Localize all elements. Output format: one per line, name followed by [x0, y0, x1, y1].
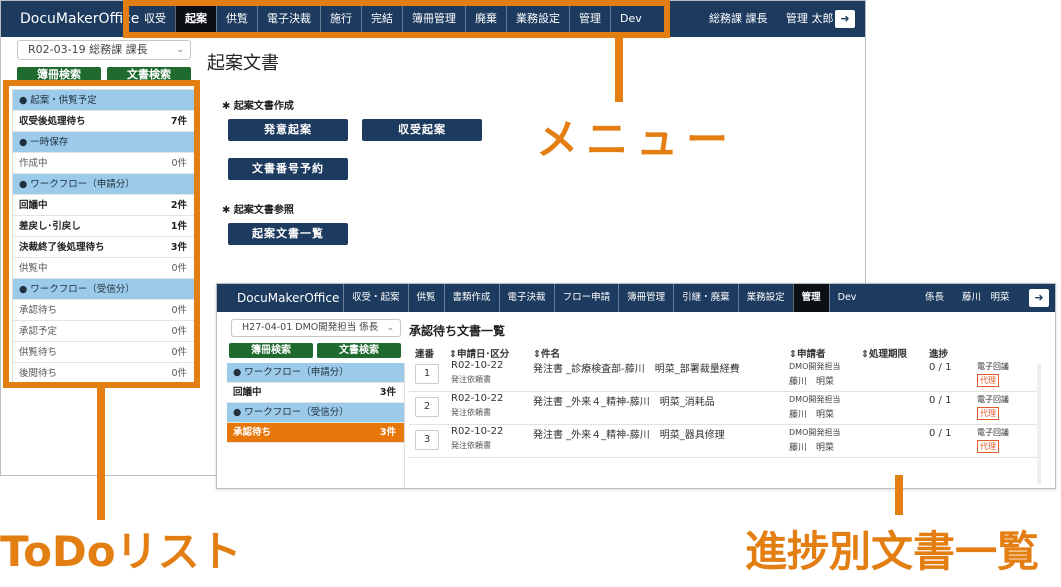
todo-list-2: ● ワークフロー（申請分） 回議中 3件 ● ワークフロー（受信分） 承認待ち 3件 [227, 363, 405, 488]
row-applicant-dept: DMO開発担当 [789, 395, 841, 404]
department-select-2[interactable]: H27-04-01 DMO開発担当 係長 ⌄ [231, 319, 401, 337]
proxy-badge: 代理 [977, 407, 999, 420]
top-navbar-2: DocuMakerOffice 収受・起案 供覧 書類作成 電子決裁 フロー申請 簿冊管理… [217, 284, 1055, 312]
row-subject[interactable]: 発注書 _診療検査部-藤川 明菜_部署裁量経費 [533, 360, 740, 375]
user-dept: 総務課 課長 [709, 12, 768, 25]
row-category: 発注依頼書 [451, 441, 491, 450]
row-applicant-name: 藤川 明菜 [789, 410, 835, 420]
progress-callout-label: 進捗別文書一覧 [745, 527, 1040, 576]
todo-highlight-box [3, 80, 200, 388]
row-subject[interactable]: 発注書 _外来４_精神-藤川 明菜_器具修理 [533, 426, 725, 441]
main-menu-2: 収受・起案 供覧 書類作成 電子決裁 フロー申請 簿冊管理 引継・廃棄 業務設定 管理 Dev [343, 284, 864, 312]
todo-label: 回議中 [233, 387, 262, 398]
table-row[interactable]: 2 R02-10-22 発注依頼書 発注書 _外来４_精神-藤川 明菜_消耗品 DMO開… [409, 391, 1037, 425]
app-logo-2[interactable]: DocuMakerOffice [237, 284, 339, 312]
row-method: 電子回議 [977, 395, 1009, 404]
row-applicant-dept: DMO開発担当 [789, 362, 841, 371]
menu-item[interactable]: 管理 [792, 284, 829, 312]
doc-number-reserve-button[interactable]: 文書番号予約 [228, 158, 348, 180]
department-select-value: R02-03-19 総務課 課長 [28, 43, 148, 56]
menu-item[interactable]: 業務設定 [737, 284, 793, 312]
logout-icon[interactable]: ➜ [835, 10, 855, 28]
todo-callout-line [97, 388, 105, 520]
menu-highlight-box [123, 0, 670, 38]
row-date: R02-10-22 [451, 393, 504, 404]
ledger-search-button-2[interactable]: 簿冊検索 [229, 343, 313, 358]
todo-count: 3件 [379, 387, 396, 398]
row-subject[interactable]: 発注書 _外来４_精神-藤川 明菜_消耗品 [533, 393, 715, 408]
receipt-draft-button[interactable]: 収受起案 [362, 119, 482, 141]
row-method: 電子回議 [977, 362, 1009, 371]
document-search-button-2[interactable]: 文書検索 [317, 343, 401, 358]
todo-label: 承認待ち [233, 427, 272, 438]
department-select-value: H27-04-01 DMO開発担当 係長 [242, 322, 379, 333]
table-row[interactable]: 1 R02-10-22 発注依頼書 発注書 _診療検査部-藤川 明菜_部署裁量経費 DM… [409, 358, 1037, 392]
progress-callout-line [895, 475, 903, 515]
menu-item[interactable]: 供覧 [407, 284, 444, 312]
todo-group-header: ● ワークフロー（申請分） [227, 363, 404, 383]
todo-callout-label: ToDoリスト [0, 527, 242, 576]
logout-icon[interactable]: ➜ [1029, 289, 1049, 307]
menu-item[interactable]: 収受・起案 [343, 284, 408, 312]
list-title: 承認待ち文書一覧 [409, 324, 506, 338]
menu-item[interactable]: 電子決裁 [498, 284, 554, 312]
row-date: R02-10-22 [451, 360, 504, 371]
todo-item[interactable]: 承認待ち 3件 [227, 423, 404, 443]
todo-item[interactable]: 回議中 3件 [227, 383, 404, 403]
row-number-button[interactable]: 3 [415, 430, 439, 450]
row-progress: 0 / 1 [929, 428, 952, 439]
hatsui-draft-button[interactable]: 発意起案 [228, 119, 348, 141]
draft-list-button[interactable]: 起案文書一覧 [228, 223, 348, 245]
scrollbar[interactable] [1037, 364, 1041, 484]
user-name[interactable]: 管理 太郎 [786, 1, 834, 37]
menu-item[interactable]: 書類作成 [443, 284, 499, 312]
row-number-button[interactable]: 2 [415, 397, 439, 417]
row-number-button[interactable]: 1 [415, 364, 439, 384]
progress-window: DocuMakerOffice 収受・起案 供覧 書類作成 電子決裁 フロー申請 簿冊管理… [216, 283, 1056, 489]
row-category: 発注依頼書 [451, 408, 491, 417]
menu-callout-line [615, 38, 623, 102]
row-applicant-name: 藤川 明菜 [789, 377, 835, 387]
menu-item[interactable]: Dev [828, 284, 865, 312]
menu-item[interactable]: フロー申請 [553, 284, 619, 312]
section-ref-title: ✱ 起案文書参照 [222, 205, 294, 216]
menu-callout-label: メニュー [536, 115, 737, 164]
row-applicant-name: 藤川 明菜 [789, 443, 835, 453]
app-logo[interactable]: DocuMakerOffice [20, 1, 139, 37]
proxy-badge: 代理 [977, 374, 999, 387]
todo-count: 3件 [379, 427, 396, 438]
proxy-badge: 代理 [977, 440, 999, 453]
section-create-title: ✱ 起案文書作成 [222, 101, 294, 112]
user-name-2[interactable]: 藤川 明菜 [962, 284, 1010, 312]
table-row[interactable]: 3 R02-10-22 発注依頼書 発注書 _外来４_精神-藤川 明菜_器具修理 DMO… [409, 424, 1037, 458]
row-applicant-dept: DMO開発担当 [789, 428, 841, 437]
row-category: 発注依頼書 [451, 375, 491, 384]
todo-group-header: ● ワークフロー（受信分） [227, 403, 404, 423]
menu-item[interactable]: 簿冊管理 [618, 284, 673, 312]
row-date: R02-10-22 [451, 426, 504, 437]
chevron-down-icon: ⌄ [176, 45, 184, 55]
page-title: 起案文書 [207, 53, 279, 74]
chevron-down-icon: ⌄ [386, 323, 394, 333]
user-role-2: 係長 [925, 292, 945, 303]
row-progress: 0 / 1 [929, 395, 952, 406]
todo-label: ● ワークフロー（受信分） [233, 407, 349, 418]
row-progress: 0 / 1 [929, 362, 952, 373]
department-select[interactable]: R02-03-19 総務課 課長 ⌄ [17, 40, 191, 60]
todo-label: ● ワークフロー（申請分） [233, 367, 349, 378]
menu-item[interactable]: 引継・廃棄 [673, 284, 738, 312]
row-method: 電子回議 [977, 428, 1009, 437]
